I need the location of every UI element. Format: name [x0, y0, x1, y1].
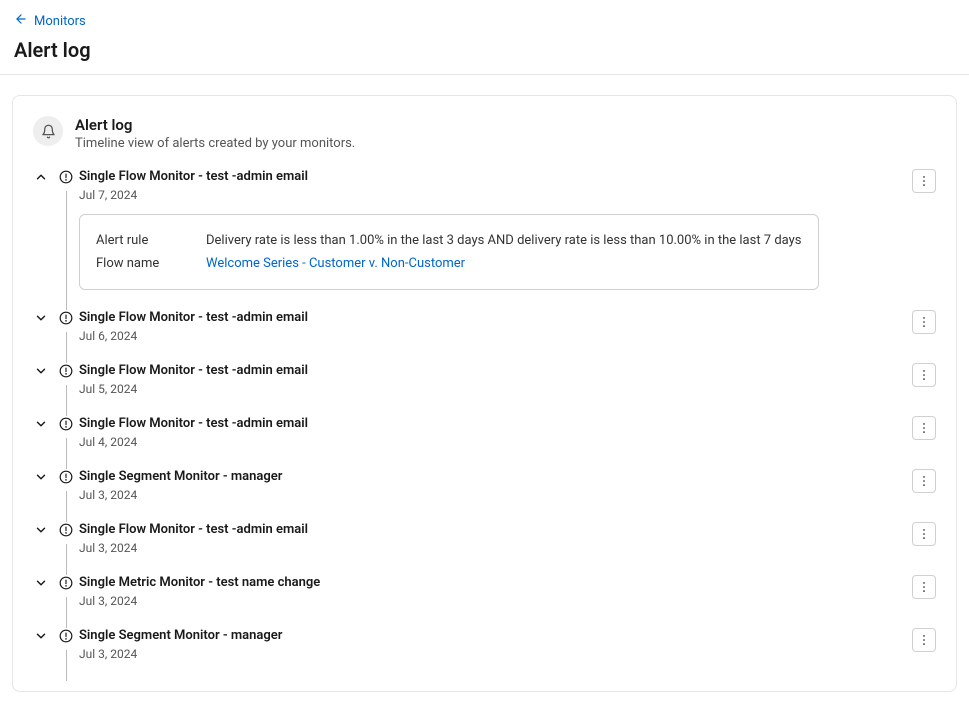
- alert-list: Single Flow Monitor - test -admin email …: [33, 169, 936, 681]
- alert-title: Single Flow Monitor - test -admin email: [79, 522, 308, 537]
- alert-date: Jul 7, 2024: [79, 188, 819, 202]
- alert-title: Single Flow Monitor - test -admin email: [79, 363, 308, 378]
- content-area: Alert log Timeline view of alerts create…: [0, 75, 969, 712]
- timeline-connector: [66, 191, 67, 310]
- chevron-down-icon[interactable]: [33, 628, 49, 644]
- chevron-up-icon[interactable]: [33, 169, 49, 185]
- chevron-down-icon[interactable]: [33, 363, 49, 379]
- alert-status-icon: [59, 523, 73, 537]
- detail-value-alert-rule: Delivery rate is less than 1.00% in the …: [206, 233, 802, 248]
- detail-row: Alert rule Delivery rate is less than 1.…: [96, 229, 802, 252]
- alert-status-icon: [59, 470, 73, 484]
- alert-item: Single Flow Monitor - test -admin email …: [33, 416, 936, 469]
- timeline-connector: [66, 491, 67, 522]
- alert-item: Single Flow Monitor - test -admin email …: [33, 310, 936, 363]
- alert-item: Single Flow Monitor - test -admin email …: [33, 363, 936, 416]
- alert-status-icon: [59, 311, 73, 325]
- alert-status-icon: [59, 629, 73, 643]
- back-arrow-icon[interactable]: [14, 12, 28, 30]
- alert-status-icon: [59, 417, 73, 431]
- timeline-connector: [66, 438, 67, 469]
- alert-title: Single Flow Monitor - test -admin email: [79, 416, 308, 431]
- alert-date: Jul 3, 2024: [79, 594, 320, 608]
- alert-item: Single Flow Monitor - test -admin email …: [33, 522, 936, 575]
- alert-log-card: Alert log Timeline view of alerts create…: [12, 95, 957, 692]
- detail-row: Flow name Welcome Series - Customer v. N…: [96, 252, 802, 275]
- alert-status-icon: [59, 170, 73, 184]
- more-options-button[interactable]: [912, 575, 936, 599]
- more-options-button[interactable]: [912, 416, 936, 440]
- more-options-button[interactable]: [912, 522, 936, 546]
- alert-status-icon: [59, 364, 73, 378]
- card-header: Alert log Timeline view of alerts create…: [33, 116, 936, 151]
- alert-detail-box: Alert rule Delivery rate is less than 1.…: [79, 214, 819, 290]
- alert-title: Single Metric Monitor - test name change: [79, 575, 320, 590]
- alert-date: Jul 4, 2024: [79, 435, 308, 449]
- timeline-connector: [66, 332, 67, 363]
- chevron-down-icon[interactable]: [33, 310, 49, 326]
- timeline-connector: [66, 385, 67, 416]
- alert-title: Single Segment Monitor - manager: [79, 628, 282, 643]
- alert-status-icon: [59, 576, 73, 590]
- chevron-down-icon[interactable]: [33, 575, 49, 591]
- more-options-button[interactable]: [912, 469, 936, 493]
- timeline-connector: [66, 597, 67, 628]
- page-header: Monitors Alert log: [0, 0, 969, 75]
- alert-date: Jul 5, 2024: [79, 382, 308, 396]
- bell-icon: [33, 116, 63, 146]
- alert-item: Single Segment Monitor - manager Jul 3, …: [33, 628, 936, 681]
- more-options-button[interactable]: [912, 169, 936, 193]
- breadcrumb-link-monitors[interactable]: Monitors: [34, 14, 86, 29]
- chevron-down-icon[interactable]: [33, 522, 49, 538]
- alert-item: Single Flow Monitor - test -admin email …: [33, 169, 936, 310]
- alert-item: Single Segment Monitor - manager Jul 3, …: [33, 469, 936, 522]
- more-options-button[interactable]: [912, 628, 936, 652]
- card-subtitle: Timeline view of alerts created by your …: [75, 136, 355, 151]
- alert-item: Single Metric Monitor - test name change…: [33, 575, 936, 628]
- chevron-down-icon[interactable]: [33, 469, 49, 485]
- timeline-connector: [66, 544, 67, 575]
- chevron-down-icon[interactable]: [33, 416, 49, 432]
- breadcrumb: Monitors: [14, 12, 955, 30]
- detail-label-alert-rule: Alert rule: [96, 233, 166, 248]
- alert-date: Jul 3, 2024: [79, 647, 282, 661]
- detail-label-flow-name: Flow name: [96, 256, 166, 271]
- more-options-button[interactable]: [912, 363, 936, 387]
- more-options-button[interactable]: [912, 310, 936, 334]
- page-title: Alert log: [14, 38, 955, 62]
- alert-date: Jul 3, 2024: [79, 541, 308, 555]
- timeline-connector: [66, 650, 67, 681]
- card-title: Alert log: [75, 116, 355, 134]
- alert-title: Single Segment Monitor - manager: [79, 469, 282, 484]
- alert-date: Jul 3, 2024: [79, 488, 282, 502]
- alert-date: Jul 6, 2024: [79, 329, 308, 343]
- alert-title: Single Flow Monitor - test -admin email: [79, 169, 819, 184]
- alert-title: Single Flow Monitor - test -admin email: [79, 310, 308, 325]
- detail-value-flow-link[interactable]: Welcome Series - Customer v. Non-Custome…: [206, 256, 465, 271]
